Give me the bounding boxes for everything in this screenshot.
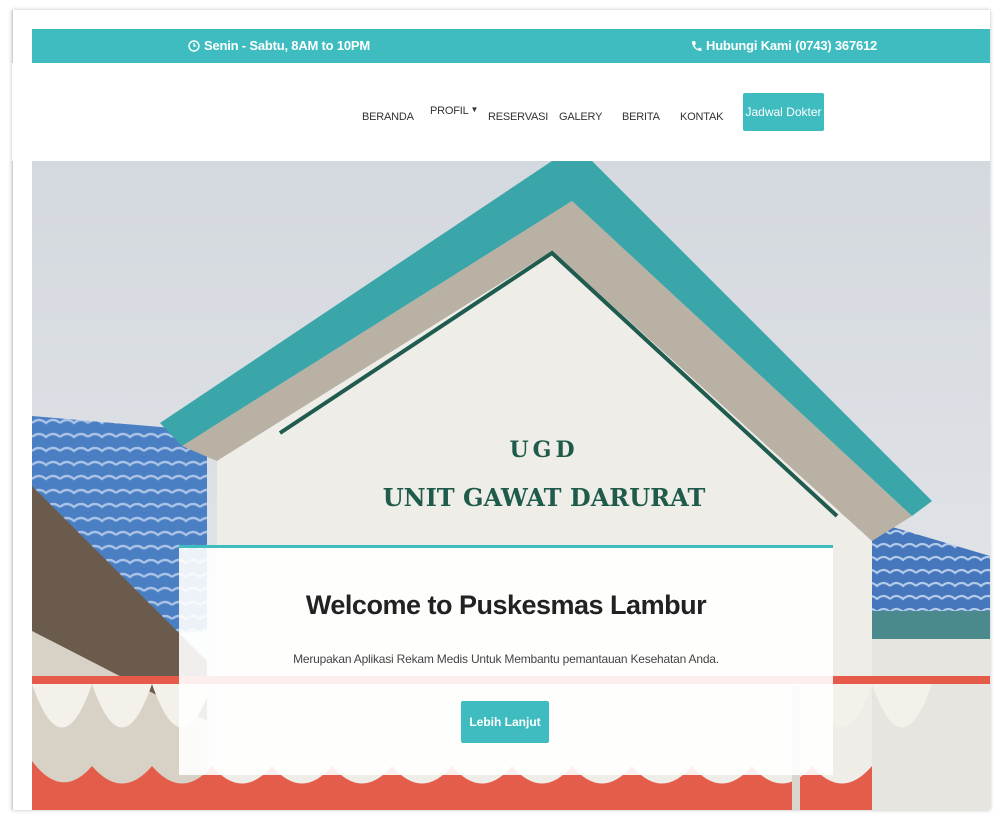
nav-item-profil[interactable]: PROFIL ▼ (430, 105, 478, 117)
nav-item-reservasi[interactable]: RESERVASI (488, 111, 548, 123)
phone-icon (691, 40, 702, 52)
main-navigation: BERANDA PROFIL ▼ RESERVASI GALERY BERITA … (12, 63, 990, 161)
welcome-title: Welcome to Puskesmas Lambur (305, 590, 707, 620)
contact-phone-text: Hubungi Kami (0743) 367612 (706, 38, 878, 53)
opening-hours-text: Senin - Sabtu, 8AM to 10PM (204, 38, 370, 53)
ugd-sign: UGD (509, 437, 578, 463)
hero-banner: UGD UNIT GAWAT DARURAT Welcome to Puskes… (32, 161, 990, 810)
contact-phone[interactable]: Hubungi Kami (0743) 367612 (691, 38, 877, 53)
browser-page: Senin - Sabtu, 8AM to 10PM Hubungi Kami … (12, 10, 990, 810)
nav-item-galery[interactable]: GALERY (559, 111, 602, 123)
top-info-bar: Senin - Sabtu, 8AM to 10PM Hubungi Kami … (32, 29, 990, 63)
caret-down-icon: ▼ (470, 105, 479, 114)
welcome-card: Welcome to Puskesmas Lambur Merupakan Ap… (179, 545, 833, 775)
nav-item-profil-label: PROFIL (430, 105, 469, 117)
clock-icon (188, 39, 200, 52)
nav-item-kontak[interactable]: KONTAK (680, 111, 723, 123)
jadwal-dokter-button[interactable]: Jadwal Dokter (743, 93, 824, 131)
nav-item-berita[interactable]: BERITA (622, 111, 660, 123)
unit-gawat-darurat-sign: UNIT GAWAT DARURAT (383, 483, 706, 512)
lebih-lanjut-button[interactable]: Lebih Lanjut (461, 701, 549, 743)
opening-hours: Senin - Sabtu, 8AM to 10PM (188, 38, 370, 53)
welcome-subtitle: Merupakan Aplikasi Rekam Medis Untuk Mem… (293, 652, 719, 666)
nav-item-beranda[interactable]: BERANDA (362, 111, 414, 123)
